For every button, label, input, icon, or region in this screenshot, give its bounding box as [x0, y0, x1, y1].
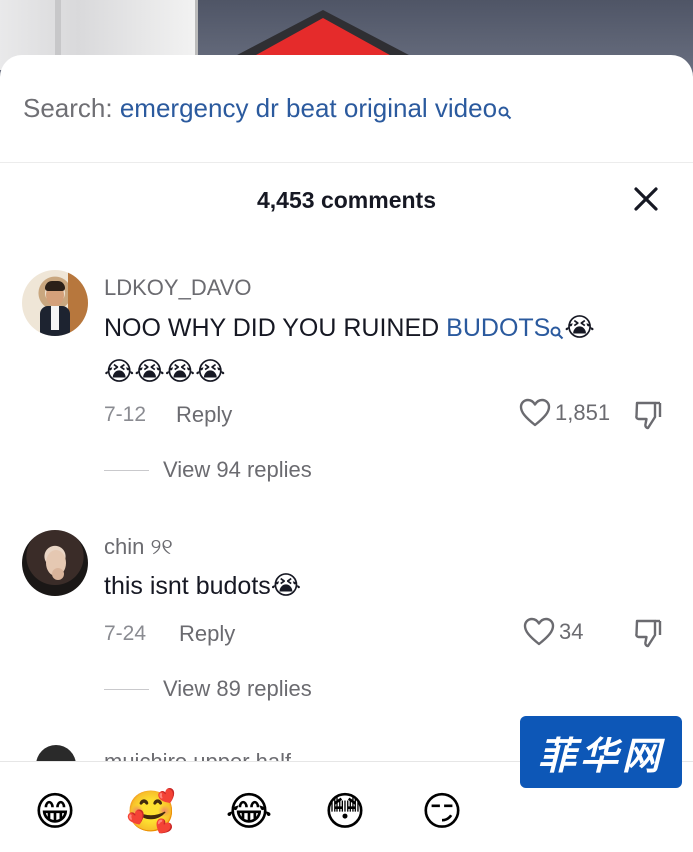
comment-text: this isnt budots😭 [104, 566, 664, 606]
reply-button[interactable]: Reply [176, 402, 232, 428]
smiling-hearts-emoji-button[interactable]: 🥰 [125, 786, 177, 838]
thumbs-down-icon[interactable] [634, 400, 662, 430]
watermark-logo: 菲华网 [520, 716, 682, 788]
comment-search-link-text[interactable]: BUDOTS [446, 314, 550, 342]
tears-of-joy-emoji-button[interactable]: 😂 [223, 786, 275, 838]
comment-username[interactable]: muichiro upper half [104, 749, 291, 761]
flushed-emoji-button[interactable]: 😳 [319, 786, 371, 838]
search-query[interactable]: emergency dr beat original video [120, 93, 497, 123]
smirk-emoji-button[interactable]: 😏 [416, 786, 468, 838]
view-replies-button[interactable]: View 89 replies [104, 676, 312, 702]
replies-divider [104, 688, 149, 690]
avatar[interactable] [22, 530, 88, 596]
thumbs-down-icon[interactable] [634, 618, 662, 648]
comment-username[interactable]: LDKOY_DAVO [104, 275, 252, 301]
dislike-button[interactable] [634, 618, 662, 653]
view-replies-label[interactable]: View 94 replies [163, 457, 312, 483]
crying-emoji: 😭 [270, 571, 302, 601]
close-button[interactable] [630, 183, 662, 215]
comment-search-link[interactable]: BUDOTS [446, 314, 564, 342]
search-icon [498, 94, 512, 128]
dislike-button[interactable] [634, 400, 662, 435]
close-icon[interactable] [630, 183, 662, 215]
comments-header: 4,453 comments [0, 163, 693, 238]
view-replies-label[interactable]: View 89 replies [163, 676, 312, 702]
avatar[interactable] [22, 270, 88, 336]
replies-divider [104, 469, 149, 471]
comment-username[interactable]: chin ୨୧ [104, 534, 173, 560]
like-count: 34 [559, 619, 584, 644]
reply-button[interactable]: Reply [179, 621, 235, 647]
grinning-emoji-button[interactable]: 😁 [29, 786, 81, 838]
comment-text-body: NOO WHY DID YOU RUINED [104, 314, 447, 342]
comment-text: NOO WHY DID YOU RUINED BUDOTS 😭 😭😭😭😭 [104, 308, 664, 392]
search-prefix: Search: [23, 93, 113, 123]
search-suggestion-text[interactable]: Search: emergency dr beat original video [23, 91, 512, 128]
comment-item: chin ୨୧ this isnt budots😭 7-24 Reply 34 … [0, 525, 693, 725]
crying-emoji: 😭 [564, 313, 595, 343]
heart-icon[interactable] [519, 398, 551, 428]
comment-date: 7-24 [104, 622, 147, 645]
search-suggestion[interactable]: Search: emergency dr beat original video [0, 55, 693, 163]
search-icon [550, 312, 564, 352]
like-count: 1,851 [555, 400, 611, 425]
heart-icon[interactable] [523, 617, 555, 647]
comment-count: 4,453 comments [257, 187, 436, 213]
crying-emoji-row: 😭😭😭😭 [104, 357, 226, 387]
view-replies-button[interactable]: View 94 replies [104, 457, 312, 483]
comment-text-body: this isnt budots [104, 572, 271, 600]
comment-date: 7-12 [104, 403, 147, 426]
like-button[interactable]: 34 [523, 617, 583, 647]
comment-item: LDKOY_DAVO NOO WHY DID YOU RUINED BUDOTS… [0, 255, 693, 495]
like-button[interactable]: 1,851 [519, 398, 610, 428]
